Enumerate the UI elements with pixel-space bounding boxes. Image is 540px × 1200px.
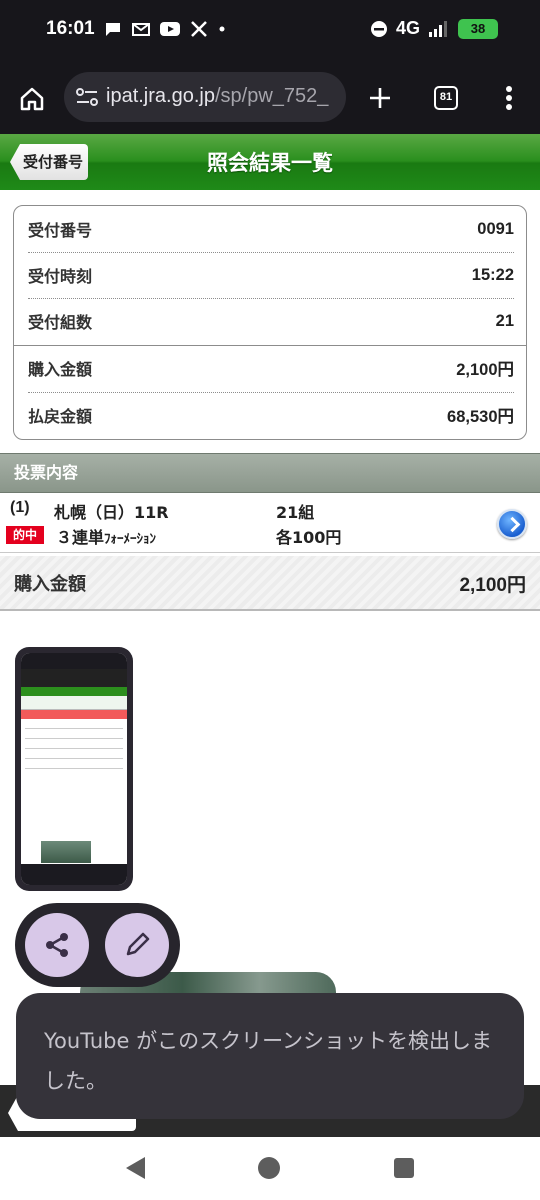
status-right: 4G 38 <box>370 18 498 39</box>
dnd-icon <box>370 20 387 37</box>
summary-row: 払戻金額 68,530円 <box>28 392 514 438</box>
chevron-right-icon[interactable] <box>497 509 527 539</box>
url-path: /sp/pw_752_ <box>214 85 329 107</box>
status-bar: 16:01 4G 38 <box>0 0 540 64</box>
section-header-votes: 投票内容 <box>0 453 540 493</box>
pencil-icon <box>126 932 150 956</box>
nav-back-icon[interactable] <box>126 1157 145 1179</box>
chat-bubble-icon <box>106 23 120 36</box>
dot-icon <box>219 26 225 32</box>
bet-amount: 各100円 <box>276 528 342 547</box>
browser-toolbar: ipat.jra.go.jp/sp/pw_752_ 81 <box>0 64 540 134</box>
summary-row: 購入金額 2,100円 <box>28 345 514 391</box>
bet-combos: 21組 <box>276 503 315 522</box>
address-bar[interactable]: ipat.jra.go.jp/sp/pw_752_ <box>64 72 346 122</box>
bet-race: 札幌（日）11R <box>54 503 169 522</box>
summary-row: 受付番号 0091 <box>28 206 514 252</box>
summary-label: 払戻金額 <box>28 407 93 426</box>
total-label: 購入金額 <box>14 574 86 595</box>
summary-value: 68,530円 <box>447 408 514 426</box>
x-icon <box>191 21 207 37</box>
notification-icons <box>104 20 226 38</box>
summary-row: 受付時刻 15:22 <box>28 252 514 298</box>
summary-row: 受付組数 21 <box>28 298 514 344</box>
site-settings-icon[interactable] <box>76 87 98 107</box>
page-header: 受付番号 照会結果一覧 <box>0 134 540 190</box>
total-bar: 購入金額 2,100円 <box>0 556 540 611</box>
screenshot-actions <box>15 903 180 987</box>
nav-recents-icon[interactable] <box>394 1158 414 1178</box>
summary-label: 受付番号 <box>28 221 93 240</box>
bet-index: (1) <box>10 499 30 516</box>
share-icon <box>46 933 68 957</box>
bet-type-main: ３連単 <box>56 528 105 547</box>
bet-type-sub: ﾌｫｰﾒｰｼｮﾝ <box>104 532 157 547</box>
network-label: 4G <box>395 18 420 38</box>
share-button[interactable] <box>25 913 89 977</box>
url-host: ipat.jra.go.jp <box>106 85 215 107</box>
url-text: ipat.jra.go.jp/sp/pw_752_ <box>106 85 342 108</box>
summary-value: 2,100円 <box>456 361 514 379</box>
bet-type: ３連単ﾌｫｰﾒｰｼｮﾝ <box>56 524 156 548</box>
youtube-icon <box>160 22 180 36</box>
signal-icon <box>429 20 447 37</box>
total-value: 2,100円 <box>459 575 526 596</box>
nav-home-icon[interactable] <box>258 1157 280 1179</box>
summary-value: 21 <box>495 311 514 330</box>
page-title: 照会結果一覧 <box>207 151 333 175</box>
edit-button[interactable] <box>105 913 169 977</box>
tab-switcher-button[interactable]: 81 <box>434 86 458 110</box>
summary-value: 15:22 <box>471 265 514 284</box>
status-time: 16:01 <box>46 18 95 39</box>
summary-label: 受付時刻 <box>28 267 93 286</box>
summary-value: 0091 <box>477 219 514 238</box>
more-menu-icon[interactable] <box>500 84 518 112</box>
thumbnail-preview <box>21 653 127 885</box>
battery-indicator: 38 <box>458 18 498 39</box>
bet-row[interactable]: (1) 札幌（日）11R 21組 的中 ３連単ﾌｫｰﾒｰｼｮﾝ 各100円 <box>0 493 540 553</box>
receipt-summary: 受付番号 0091 受付時刻 15:22 受付組数 21 購入金額 2,100円… <box>13 205 527 440</box>
gmail-icon <box>132 23 150 36</box>
new-tab-icon[interactable] <box>368 86 392 110</box>
screenshot-thumbnail[interactable] <box>15 647 133 891</box>
hit-badge: 的中 <box>6 526 44 544</box>
summary-label: 受付組数 <box>28 313 93 332</box>
summary-label: 購入金額 <box>28 360 93 379</box>
system-nav-bar <box>0 1137 540 1200</box>
toast-message: YouTube がこのスクリーンショットを検出しました。 <box>16 993 524 1119</box>
home-icon[interactable] <box>19 86 45 112</box>
